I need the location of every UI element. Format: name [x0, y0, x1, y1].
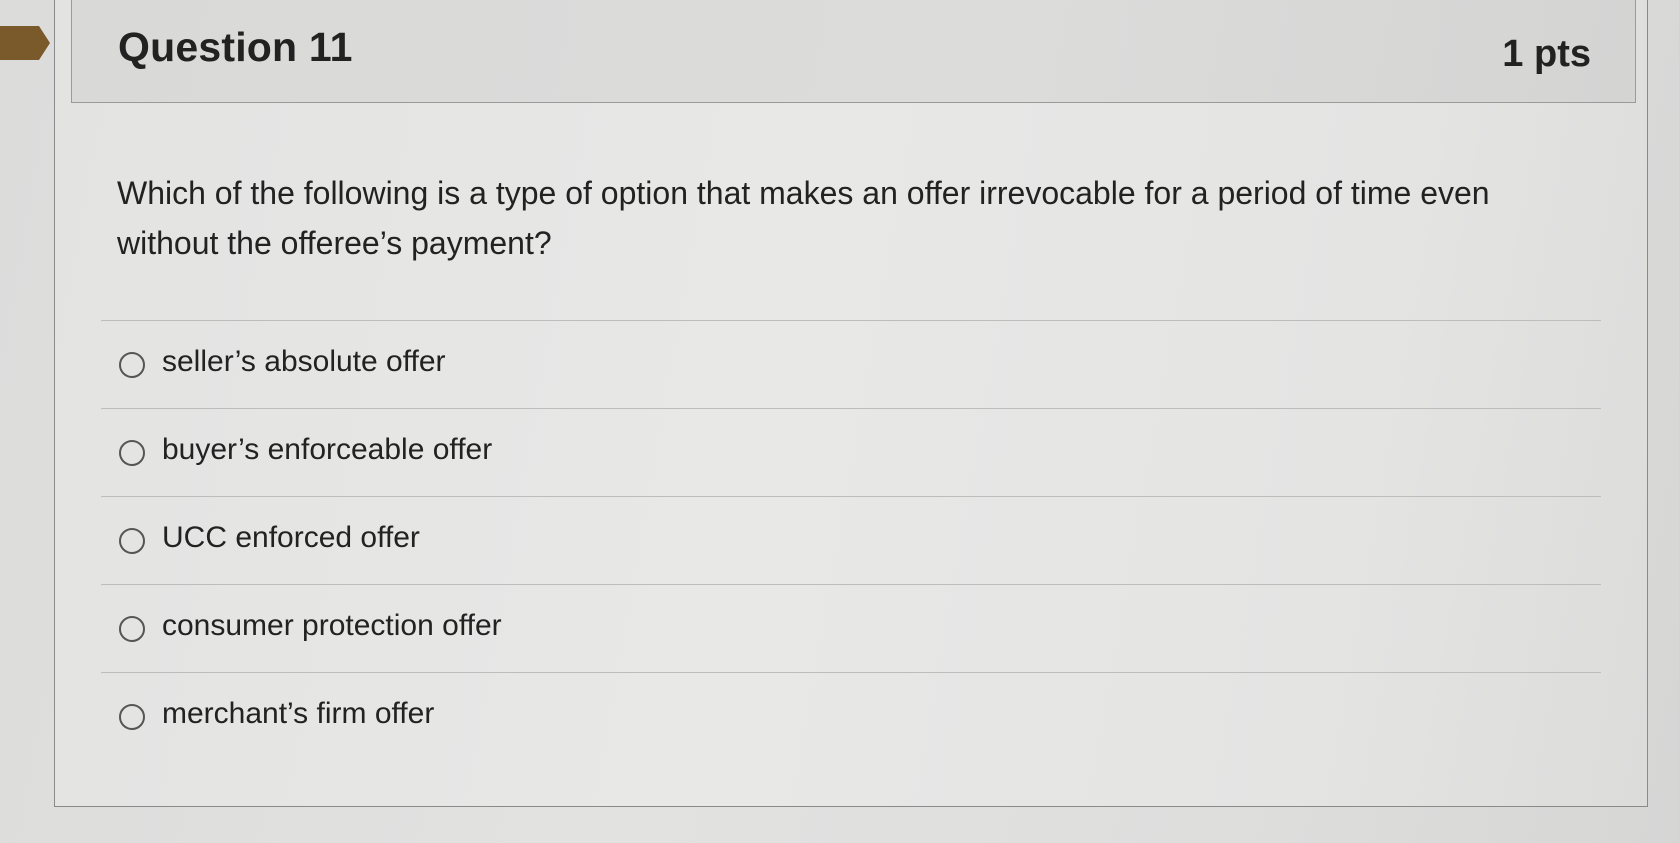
question-header: Question 11 1 pts: [71, 0, 1636, 103]
answer-label[interactable]: buyer’s enforceable offer: [162, 433, 492, 467]
question-card: Question 11 1 pts Which of the following…: [54, 0, 1648, 807]
radio-button-icon[interactable]: [119, 439, 145, 466]
radio-button-icon[interactable]: [119, 351, 145, 378]
radio-button-icon[interactable]: [119, 527, 145, 554]
answer-label[interactable]: seller’s absolute offer: [162, 345, 446, 379]
answer-option[interactable]: consumer protection offer: [101, 585, 1601, 672]
answer-label[interactable]: merchant’s firm offer: [162, 697, 434, 731]
question-flag-icon[interactable]: [0, 26, 50, 60]
answer-label[interactable]: UCC enforced offer: [162, 521, 420, 555]
question-title: Question 11: [118, 24, 353, 70]
answer-option[interactable]: seller’s absolute offer: [101, 321, 1601, 408]
answer-option[interactable]: UCC enforced offer: [101, 497, 1601, 584]
question-text: Which of the following is a type of opti…: [117, 175, 1490, 261]
answer-option[interactable]: buyer’s enforceable offer: [101, 409, 1601, 496]
answer-list: seller’s absolute offer buyer’s enforcea…: [101, 320, 1601, 760]
radio-button-icon[interactable]: [119, 703, 145, 730]
answer-option[interactable]: merchant’s firm offer: [101, 673, 1601, 760]
answer-label[interactable]: consumer protection offer: [162, 609, 502, 643]
radio-button-icon[interactable]: [119, 615, 145, 642]
question-points: 1 pts: [1502, 33, 1591, 75]
